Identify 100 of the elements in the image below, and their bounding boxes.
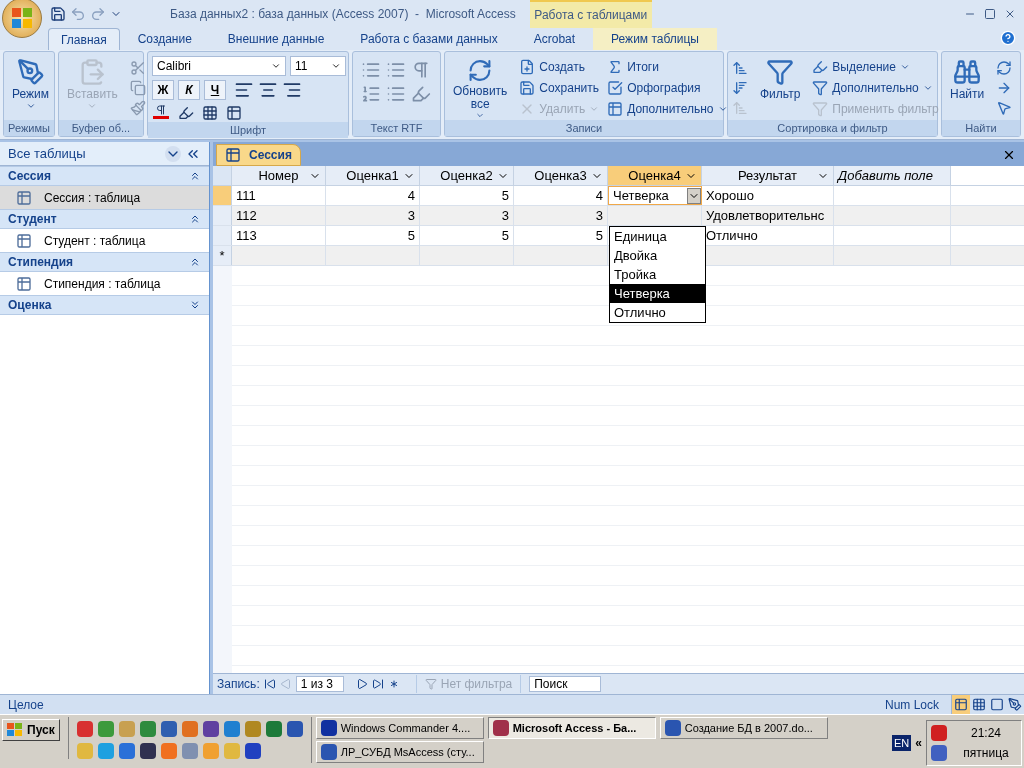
- pane-menu-icon[interactable]: [165, 145, 181, 162]
- format-toggle[interactable]: К: [178, 80, 200, 100]
- group-label: Сортировка и фильтр: [728, 120, 937, 136]
- ribbon-button[interactable]: Орфография: [607, 77, 728, 99]
- ribbon-tab[interactable]: Создание: [119, 28, 210, 50]
- ribbon-button[interactable]: Дополнительно: [607, 98, 728, 120]
- record-number-field[interactable]: 1 из 3: [295, 676, 344, 692]
- group-label: Режимы: [4, 120, 54, 136]
- nav-group-header[interactable]: Сессия: [0, 166, 209, 186]
- table-icon: [607, 101, 624, 118]
- table-cell: 5: [514, 226, 608, 245]
- sort-ascending-icon[interactable]: [732, 60, 748, 76]
- ribbon-button[interactable]: Режим: [8, 56, 53, 120]
- ribbon-tab[interactable]: Работа с базами данных: [342, 28, 516, 50]
- caret-icon: [25, 101, 36, 111]
- paintbrush-icon: [129, 100, 146, 116]
- column-header[interactable]: Оценка4: [608, 166, 702, 185]
- collapse-icon: [189, 170, 201, 182]
- table-cell: 3: [326, 206, 420, 225]
- dropdown-caret-icon[interactable]: [687, 187, 701, 204]
- datasheet-view-icon[interactable]: [952, 695, 970, 714]
- table-icon: [16, 189, 32, 206]
- redo-icon[interactable]: [90, 6, 106, 22]
- taskbar-button[interactable]: Microsoft Access - Ба...: [487, 717, 656, 739]
- ribbon-tab[interactable]: Режим таблицы: [593, 28, 717, 50]
- language-indicator[interactable]: EN: [892, 734, 912, 752]
- search-field[interactable]: Поиск: [529, 676, 602, 692]
- table-cell: 111: [232, 186, 326, 205]
- ribbon-button[interactable]: Итоги: [607, 56, 728, 78]
- nav-group-header[interactable]: Стипендия: [0, 252, 209, 272]
- gridlines-icon[interactable]: [202, 105, 218, 121]
- pane-title: Все таблицы: [8, 144, 86, 163]
- save-icon[interactable]: [50, 6, 66, 22]
- align-left-icon[interactable]: [234, 80, 254, 100]
- table-cell: 5: [326, 226, 420, 245]
- ribbon-tab[interactable]: Главная: [48, 28, 120, 50]
- first-record-icon[interactable]: [263, 678, 276, 690]
- clock-day: пятница: [963, 743, 1009, 763]
- fill-color-icon[interactable]: [178, 105, 194, 121]
- font-size-field[interactable]: 11: [290, 56, 346, 76]
- align-center-icon[interactable]: [258, 80, 278, 100]
- paragraph-icon: [411, 60, 431, 80]
- close-icon[interactable]: [1004, 8, 1016, 20]
- font-name-field[interactable]: Calibri: [152, 56, 286, 76]
- table-icon: [16, 275, 32, 292]
- nav-group-header[interactable]: Оценка: [0, 295, 209, 315]
- taskbar-button[interactable]: Создание БД в 2007.do...: [659, 717, 828, 739]
- select-icon[interactable]: [996, 100, 1013, 116]
- design-view-icon[interactable]: [1006, 695, 1024, 714]
- sort-descending-icon[interactable]: [732, 80, 748, 96]
- taskbar-button[interactable]: ЛР_СУБД MsAccess (сту...: [315, 741, 484, 763]
- next-record-icon[interactable]: [355, 678, 368, 690]
- column-header[interactable]: Номер: [232, 166, 326, 185]
- ribbon-button[interactable]: Создать: [519, 56, 600, 78]
- caret-icon: [87, 101, 98, 111]
- ribbon-tab[interactable]: Acrobat: [515, 28, 594, 50]
- table-cell: 3: [420, 206, 514, 225]
- tray-expand-button[interactable]: «: [915, 734, 922, 752]
- funnel-icon: [766, 58, 795, 86]
- column-header[interactable]: Оценка3: [514, 166, 608, 185]
- ribbon-button[interactable]: Выделение: [812, 56, 939, 78]
- group-label: Шрифт: [148, 122, 348, 138]
- table-cell: 5: [420, 226, 514, 245]
- combo-box[interactable]: Четверка: [608, 186, 702, 205]
- ribbon-tab[interactable]: Внешние данные: [209, 28, 343, 50]
- nav-item[interactable]: Сессия : таблица: [0, 186, 209, 209]
- ribbon-button[interactable]: Обновить все: [449, 56, 512, 120]
- caret-icon: [331, 61, 341, 71]
- align-right-icon[interactable]: [282, 80, 302, 100]
- format-toggle[interactable]: Ж: [152, 80, 174, 100]
- office-logo-icon: [11, 7, 33, 29]
- office-button[interactable]: [2, 0, 42, 38]
- font-color-icon[interactable]: [152, 104, 170, 122]
- ribbon-button[interactable]: Дополнительно: [812, 77, 939, 99]
- row-color-icon[interactable]: [226, 105, 242, 121]
- column-header[interactable]: Результат: [702, 166, 834, 185]
- ribbon-button[interactable]: Сохранить: [519, 77, 600, 99]
- close-icon[interactable]: [1002, 148, 1016, 162]
- ribbon-button[interactable]: Найти: [946, 56, 989, 120]
- dropdown-option[interactable]: Четверка: [610, 284, 705, 303]
- binoculars-icon: [953, 58, 982, 86]
- selection-icon: [812, 58, 829, 75]
- column-header[interactable]: Добавить поле: [834, 166, 951, 185]
- document-tab[interactable]: Сессия: [216, 144, 301, 166]
- column-header[interactable]: Оценка1: [326, 166, 420, 185]
- caret-icon: [271, 61, 281, 71]
- restore-icon[interactable]: [984, 8, 996, 20]
- group-label: Найти: [942, 120, 1020, 136]
- column-header[interactable]: Оценка2: [420, 166, 514, 185]
- nav-group-header[interactable]: Студент: [0, 209, 209, 229]
- start-button[interactable]: Пуск: [2, 719, 60, 741]
- scissors-icon: [129, 60, 146, 76]
- last-record-icon[interactable]: [371, 678, 384, 690]
- windows-logo-icon: [7, 723, 23, 737]
- caret-icon: [475, 111, 486, 120]
- ribbon-button[interactable]: Фильтр: [756, 56, 805, 120]
- taskbar-button[interactable]: Windows Commander 4....: [315, 717, 484, 739]
- replace-icon[interactable]: [996, 60, 1013, 76]
- help-icon[interactable]: [1000, 30, 1016, 46]
- format-toggle[interactable]: Ч: [204, 80, 226, 100]
